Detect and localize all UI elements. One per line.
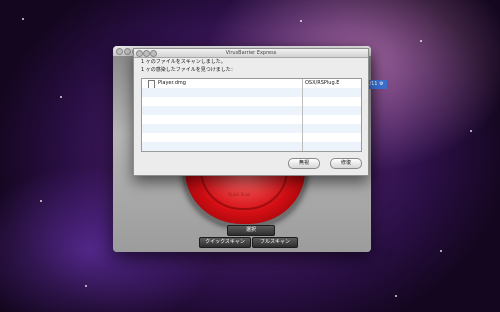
file-name-cell: Player.dmg xyxy=(158,80,186,86)
star xyxy=(420,40,422,42)
dialog-titlebar: VirusBarrier Express xyxy=(134,49,368,58)
star xyxy=(22,18,24,20)
threat-name-cell: OSX/RSPlug.E xyxy=(305,80,340,86)
ignore-button[interactable]: 無視 xyxy=(288,158,320,169)
table-row xyxy=(142,124,361,133)
select-button[interactable]: 選択 xyxy=(227,225,275,236)
star xyxy=(60,96,62,98)
close-window-icon[interactable] xyxy=(116,48,123,55)
repair-button[interactable]: 修復 xyxy=(330,158,362,169)
table-row xyxy=(142,115,361,124)
table-row xyxy=(142,88,361,97)
scan-disc-label: Quick Scan xyxy=(228,192,251,197)
table-row[interactable]: Player.dmg OSX/RSPlug.E xyxy=(142,79,361,89)
infected-count-message: 1 ヶの感染したファイルを見つけました： xyxy=(141,67,236,73)
full-scan-button[interactable]: フルスキャン xyxy=(252,237,298,248)
star xyxy=(470,130,472,132)
star xyxy=(440,250,442,252)
table-row xyxy=(142,97,361,106)
table-row xyxy=(142,133,361,142)
window-title: VirusBarrier Express xyxy=(225,50,277,56)
table-row xyxy=(142,106,361,115)
star xyxy=(300,20,302,22)
scanned-count-message: 1 ヶのファイルをスキャンしました。 xyxy=(141,59,226,65)
star xyxy=(395,295,397,297)
quick-scan-button[interactable]: クイックスキャン xyxy=(199,237,251,248)
star xyxy=(40,200,42,202)
star xyxy=(85,285,87,287)
minimize-window-icon[interactable] xyxy=(124,48,131,55)
table-row xyxy=(142,142,361,151)
scan-results-dialog: VirusBarrier Express 1 ヶのファイルをスキャンしました。 … xyxy=(133,48,369,176)
column-divider xyxy=(302,79,303,151)
infected-files-list: Player.dmg OSX/RSPlug.E xyxy=(141,78,362,152)
